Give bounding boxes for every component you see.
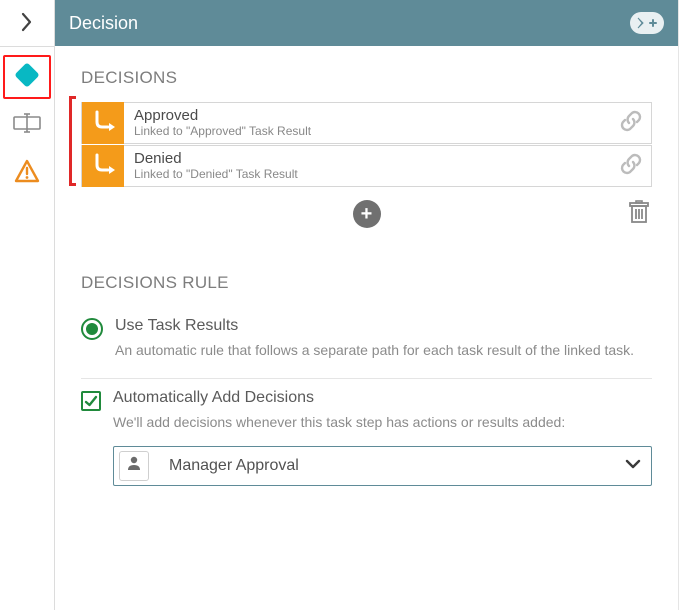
textbox-icon bbox=[13, 113, 41, 138]
use-task-results-radio[interactable] bbox=[81, 318, 103, 340]
decisions-actions: + bbox=[81, 195, 652, 233]
decision-link-button[interactable] bbox=[611, 102, 651, 144]
option-text: Use Task Results An automatic rule that … bbox=[115, 317, 652, 360]
main-panel: Decision DECISIONS bbox=[55, 0, 678, 610]
decision-link-button[interactable] bbox=[611, 145, 651, 187]
auto-add-checkbox[interactable] bbox=[81, 391, 101, 411]
task-select-dropdown[interactable]: Manager Approval bbox=[113, 446, 652, 486]
decisions-rule-section-title: DECISIONS RULE bbox=[81, 273, 652, 293]
rule-option-auto-add: Automatically Add Decisions We'll add de… bbox=[81, 379, 652, 504]
decision-name: Approved bbox=[134, 107, 611, 124]
task-select-chevron bbox=[615, 457, 651, 475]
decision-iconbox bbox=[82, 102, 124, 144]
decision-labels: Approved Linked to "Approved" Task Resul… bbox=[124, 107, 611, 138]
warning-icon bbox=[14, 159, 40, 188]
branch-arrow-icon bbox=[89, 150, 117, 183]
decision-iconbox bbox=[82, 145, 124, 187]
task-select-label: Manager Approval bbox=[149, 457, 615, 475]
sidebar-item-textbox[interactable] bbox=[3, 103, 51, 147]
sidebar-item-decision[interactable] bbox=[3, 55, 51, 99]
branch-arrow-icon bbox=[89, 107, 117, 140]
add-decision-button[interactable]: + bbox=[353, 200, 381, 228]
trash-icon bbox=[628, 200, 650, 229]
option-desc: We'll add decisions whenever this task s… bbox=[113, 413, 652, 432]
option-text: Automatically Add Decisions We'll add de… bbox=[113, 389, 652, 486]
rule-option-task-results: Use Task Results An automatic rule that … bbox=[81, 307, 652, 379]
link-icon bbox=[619, 109, 643, 138]
delete-decision-button[interactable] bbox=[626, 201, 652, 227]
user-icon bbox=[125, 454, 143, 477]
page-title: Decision bbox=[69, 13, 138, 34]
chevron-down-icon bbox=[625, 457, 641, 475]
decision-row[interactable]: Approved Linked to "Approved" Task Resul… bbox=[81, 102, 652, 144]
decision-sub: Linked to "Approved" Task Result bbox=[134, 125, 611, 139]
plus-icon: + bbox=[361, 203, 373, 226]
check-icon bbox=[84, 394, 98, 408]
option-title: Automatically Add Decisions bbox=[113, 389, 652, 407]
option-desc: An automatic rule that follows a separat… bbox=[115, 341, 652, 360]
content: DECISIONS Approved Linked to "Approved" … bbox=[55, 46, 678, 610]
chevron-right-icon bbox=[20, 11, 34, 38]
decision-row[interactable]: Denied Linked to "Denied" Task Result bbox=[81, 145, 652, 187]
header-add-button[interactable] bbox=[630, 12, 664, 34]
sidebar-item-warning[interactable] bbox=[3, 151, 51, 195]
option-title: Use Task Results bbox=[115, 317, 652, 335]
link-icon bbox=[619, 152, 643, 181]
sidebar-divider bbox=[0, 46, 54, 47]
decision-labels: Denied Linked to "Denied" Task Result bbox=[124, 150, 611, 181]
decisions-list: Approved Linked to "Approved" Task Resul… bbox=[81, 102, 652, 187]
highlight-bracket bbox=[69, 96, 72, 186]
sidebar-expand[interactable] bbox=[0, 2, 55, 46]
decisions-section-title: DECISIONS bbox=[81, 68, 652, 88]
header: Decision bbox=[55, 0, 678, 46]
decision-sub: Linked to "Denied" Task Result bbox=[134, 168, 611, 182]
task-select-iconbox bbox=[119, 451, 149, 481]
diamond-icon bbox=[14, 62, 40, 93]
sidebar bbox=[0, 0, 55, 610]
add-pointer-icon bbox=[636, 16, 658, 30]
decision-name: Denied bbox=[134, 150, 611, 167]
